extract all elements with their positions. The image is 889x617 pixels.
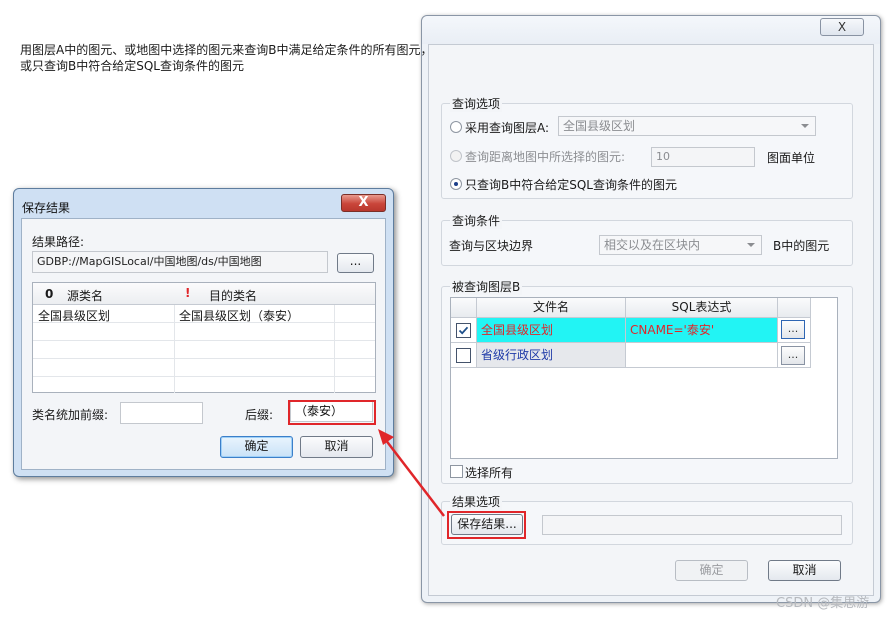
layer-b-title: 被查询图层B	[450, 278, 523, 295]
row-2-edit-sql-button[interactable]: ...	[781, 346, 805, 365]
list-item-source: 全国县级区划	[38, 309, 111, 323]
watermark: CSDN @集思游	[776, 596, 870, 611]
target-column-icon: !	[185, 286, 191, 300]
layer-a-value: 全国县级区划	[563, 119, 636, 133]
radio-distance[interactable]	[450, 150, 462, 162]
checkmark-icon	[458, 326, 469, 335]
source-column-icon: 0	[45, 287, 54, 301]
path-label: 结果路径:	[32, 235, 85, 249]
distance-input[interactable]: 10	[651, 147, 755, 167]
query-cancel-button[interactable]: 取消	[768, 560, 841, 581]
column-header-blank	[778, 298, 811, 318]
title-bar	[422, 16, 880, 44]
layer-a-combo[interactable]: 全国县级区划	[558, 116, 816, 136]
save-dialog-title: 保存结果	[22, 201, 71, 215]
list-item-target: 全国县级区划（泰安）	[179, 309, 300, 323]
row-1-sql[interactable]: CNAME='泰安'	[626, 318, 778, 343]
save-path-field[interactable]	[542, 515, 842, 535]
boundary-suffix-label: B中的图元	[773, 239, 830, 253]
column-header-target[interactable]: 目的类名	[209, 287, 257, 304]
row-2-checkbox[interactable]	[456, 348, 471, 363]
save-cancel-button[interactable]: 取消	[300, 436, 373, 458]
save-ok-button[interactable]: 确定	[220, 436, 293, 458]
row-1-filename[interactable]: 全国县级区划	[477, 318, 626, 343]
row-1-checkbox[interactable]	[456, 323, 471, 338]
select-all-checkbox[interactable]	[450, 465, 463, 478]
radio-distance-label: 查询距离地图中所选择的图元:	[465, 150, 626, 164]
annotation-box-suffix	[288, 400, 376, 425]
column-header-sql[interactable]: SQL表达式	[626, 298, 778, 318]
distance-unit-label: 图面单位	[767, 151, 816, 165]
close-button[interactable]: X	[820, 18, 864, 36]
grid-corner-cell	[451, 298, 477, 318]
query-description: 用图层A中的图元、或地图中选择的图元来查询B中满足给定条件的所有图元，或只查询B…	[20, 43, 433, 73]
radio-sql-only-label: 只查询B中符合给定SQL查询条件的图元	[465, 178, 677, 192]
row-2-sql[interactable]	[626, 343, 778, 368]
query-options-title: 查询选项	[450, 95, 503, 112]
list-item-empty	[33, 323, 375, 341]
boundary-label: 查询与区块边界	[449, 239, 534, 253]
row-1-edit-sql-button[interactable]: ...	[781, 320, 805, 339]
boundary-combo[interactable]: 相交以及在区块内	[599, 235, 762, 255]
close-icon[interactable]: X	[341, 194, 386, 212]
chevron-down-icon	[747, 243, 755, 247]
list-item-empty	[33, 341, 375, 359]
column-header-source[interactable]: 源类名	[67, 287, 103, 304]
chevron-down-icon	[801, 124, 809, 128]
list-item[interactable]: 全国县级区划 全国县级区划（泰安）	[33, 305, 375, 323]
radio-sql-only[interactable]	[450, 178, 462, 190]
list-item-empty	[33, 359, 375, 377]
column-header-filename[interactable]: 文件名	[477, 298, 626, 318]
query-conditions-title: 查询条件	[450, 212, 503, 229]
list-header: 0 源类名 ! 目的类名	[33, 283, 375, 305]
layer-b-grid: 文件名 SQL表达式 全国县级区划 CNAME='泰安' ... 省级行政区划 …	[450, 297, 838, 459]
path-field[interactable]: GDBP://MapGISLocal/中国地图/ds/中国地图	[32, 251, 328, 273]
query-ok-button[interactable]: 确定	[675, 560, 748, 581]
annotation-box-save-button	[447, 511, 526, 539]
boundary-value: 相交以及在区块内	[604, 238, 701, 252]
result-options-title: 结果选项	[450, 493, 503, 510]
suffix-label: 后缀:	[245, 408, 274, 422]
browse-button[interactable]: ...	[337, 253, 374, 273]
class-name-list: 0 源类名 ! 目的类名 全国县级区划 全国县级区划（泰安）	[32, 282, 376, 393]
radio-layer-a-label: 采用查询图层A:	[465, 121, 550, 135]
row-2-filename[interactable]: 省级行政区划	[477, 343, 626, 368]
select-all-label: 选择所有	[465, 466, 514, 480]
radio-layer-a[interactable]	[450, 121, 462, 133]
prefix-label: 类名统加前缀:	[32, 408, 109, 422]
prefix-input[interactable]	[120, 402, 203, 424]
